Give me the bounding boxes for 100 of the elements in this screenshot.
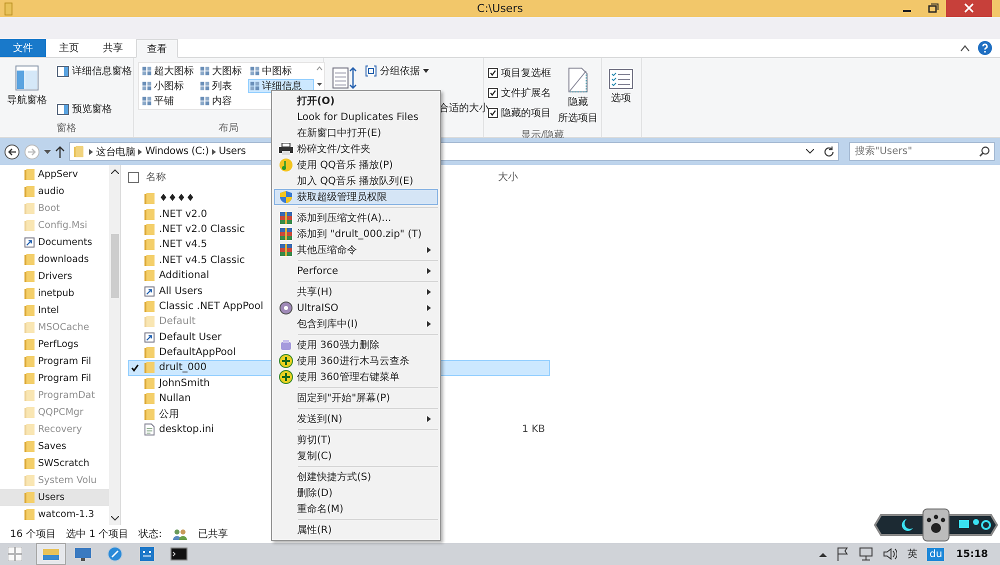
view-option[interactable]: 列表	[198, 79, 248, 93]
menu-item[interactable]: 添加到 "drult_000.zip" (T)	[274, 226, 438, 242]
menu-item[interactable]: 粉碎文件/文件夹	[274, 141, 438, 157]
file-row[interactable]: desktop.ini	[128, 422, 271, 438]
navigation-pane-button[interactable]: 导航窗格	[4, 62, 50, 121]
menu-item[interactable]: 删除(D)	[274, 485, 438, 501]
file-row[interactable]: Classic .NET AppPool	[128, 298, 271, 314]
menu-item[interactable]: 复制(C)	[274, 448, 438, 464]
file-row[interactable]: ♦♦♦♦	[128, 191, 271, 206]
refresh-icon[interactable]	[823, 146, 835, 158]
file-row[interactable]: .NET v2.0	[128, 206, 271, 222]
input-method-indicator[interactable]: 英	[907, 547, 918, 561]
scrollbar[interactable]	[109, 165, 120, 525]
view-option[interactable]: 内容	[198, 94, 248, 108]
volume-icon[interactable]	[883, 547, 898, 561]
breadcrumb[interactable]: Windows (C:)	[145, 146, 209, 157]
preview-pane-button[interactable]: 预览窗格	[54, 100, 135, 118]
back-icon[interactable]	[4, 144, 20, 160]
nav-tree-item[interactable]: Users	[0, 489, 109, 506]
file-row[interactable]: Nullan	[128, 391, 271, 406]
network-icon[interactable]	[859, 547, 874, 561]
flag-icon[interactable]	[837, 547, 850, 561]
start-icon[interactable]	[8, 547, 22, 561]
breadcrumb[interactable]: Users	[218, 146, 246, 157]
checkmark-icon[interactable]	[130, 362, 140, 373]
nav-tree-item[interactable]: Program Fil	[0, 370, 109, 387]
nav-tree-item[interactable]: SWScratch	[0, 455, 109, 472]
address-dropdown-icon[interactable]	[806, 149, 814, 154]
menu-item[interactable]: 在新窗口中打开(E)	[274, 125, 438, 141]
collapse-ribbon-icon[interactable]	[960, 44, 970, 52]
column-header[interactable]: 名称	[146, 170, 166, 184]
nav-tree-item[interactable]: inetpub	[0, 285, 109, 302]
menu-item[interactable]: 打开(O)	[274, 93, 438, 109]
nav-tree-item[interactable]: downloads	[0, 251, 109, 268]
search-field[interactable]: 搜索"Users"	[849, 142, 995, 161]
file-row[interactable]: JohnSmith	[128, 376, 271, 392]
menu-item[interactable]: 属性(R)	[274, 522, 438, 538]
tray-expand-icon[interactable]	[819, 552, 828, 556]
checkbox[interactable]	[488, 68, 498, 78]
menu-item[interactable]: 使用 360管理右键菜单	[274, 369, 438, 385]
nav-tree-item[interactable]: AppServ	[0, 166, 109, 183]
menu-item[interactable]: 获取超级管理员权限	[274, 189, 438, 205]
file-row[interactable]: DefaultAppPool	[128, 344, 271, 360]
scroll-thumb[interactable]	[110, 234, 118, 298]
menu-item[interactable]: 使用 360强力删除	[274, 337, 438, 353]
menu-item[interactable]: 添加到压缩文件(A)...	[274, 210, 438, 226]
file-row[interactable]: Default User	[128, 330, 271, 345]
column-header[interactable]: 大小	[498, 170, 518, 184]
file-row[interactable]: .NET v4.5	[128, 237, 271, 253]
nav-tree-item[interactable]: Drivers	[0, 268, 109, 285]
menu-item[interactable]: UltraISO	[274, 300, 438, 316]
close-icon[interactable]	[946, 0, 992, 17]
checkbox[interactable]	[488, 88, 498, 98]
help-icon[interactable]	[978, 41, 992, 55]
menu-item[interactable]: Perforce	[274, 263, 438, 279]
menu-item[interactable]: 共享(H)	[274, 284, 438, 300]
nav-tree-item[interactable]: PerfLogs	[0, 336, 109, 353]
file-row[interactable]: 公用	[128, 406, 271, 422]
checkbox[interactable]	[488, 108, 498, 118]
view-option[interactable]: 平铺	[140, 94, 198, 108]
sort-by-icon[interactable]	[332, 66, 358, 90]
nav-tree-item[interactable]: watcom-1.3	[0, 506, 109, 523]
scroll-down-icon[interactable]	[110, 516, 118, 521]
file-row[interactable]: All Users	[128, 283, 271, 299]
view-option[interactable]: 中图标	[248, 64, 314, 78]
tray-app-badge[interactable]: du	[927, 548, 944, 560]
menu-item[interactable]: 使用 360进行木马云查杀	[274, 353, 438, 369]
ribbon-tab[interactable]: 文件	[0, 39, 46, 57]
view-option[interactable]: 小图标	[140, 79, 198, 93]
menu-item[interactable]: 固定到"开始"屏幕(P)	[274, 390, 438, 406]
menu-item[interactable]: 其他压缩命令	[274, 242, 438, 258]
nav-tree-item[interactable]: Saves	[0, 438, 109, 455]
ribbon-tab[interactable]: 共享	[92, 39, 134, 57]
file-row[interactable]: .NET v4.5 Classic	[128, 252, 271, 268]
menu-item[interactable]: 重命名(M)	[274, 501, 438, 517]
nav-tree-item[interactable]: Program Fil	[0, 353, 109, 370]
details-pane-button[interactable]: 详细信息窗格	[54, 62, 135, 80]
recent-dropdown-icon[interactable]	[44, 150, 51, 154]
menu-item[interactable]: 包含到库中(I)	[274, 316, 438, 332]
menu-item[interactable]: 创建快捷方式(S)	[274, 469, 438, 485]
file-row[interactable]: Additional	[128, 268, 271, 284]
options-button[interactable]: 选项	[606, 62, 636, 135]
menu-item[interactable]: 发送到(N)	[274, 411, 438, 427]
view-option[interactable]: 超大图标	[140, 64, 198, 78]
menu-item[interactable]: 剪切(T)	[274, 432, 438, 448]
file-row[interactable]: drult_000	[128, 360, 271, 376]
nav-tree-item[interactable]: Intel	[0, 302, 109, 319]
menu-item[interactable]: Look for Duplicates Files	[274, 109, 438, 125]
nav-tree-item[interactable]: Documents	[0, 234, 109, 251]
up-icon[interactable]	[55, 146, 65, 158]
group-by-button[interactable]: 分组依据	[362, 62, 492, 80]
ribbon-tab[interactable]: 查看	[136, 39, 178, 58]
clock[interactable]: 15:18	[956, 548, 988, 560]
ribbon-tab[interactable]: 主页	[48, 39, 90, 57]
view-option[interactable]: 大图标	[198, 64, 248, 78]
scroll-up-icon[interactable]	[110, 169, 118, 174]
breadcrumb[interactable]: 这台电脑	[96, 144, 136, 158]
nav-tree-item[interactable]: audio	[0, 183, 109, 200]
select-all-checkbox[interactable]	[128, 172, 139, 182]
file-row[interactable]: .NET v2.0 Classic	[128, 222, 271, 238]
